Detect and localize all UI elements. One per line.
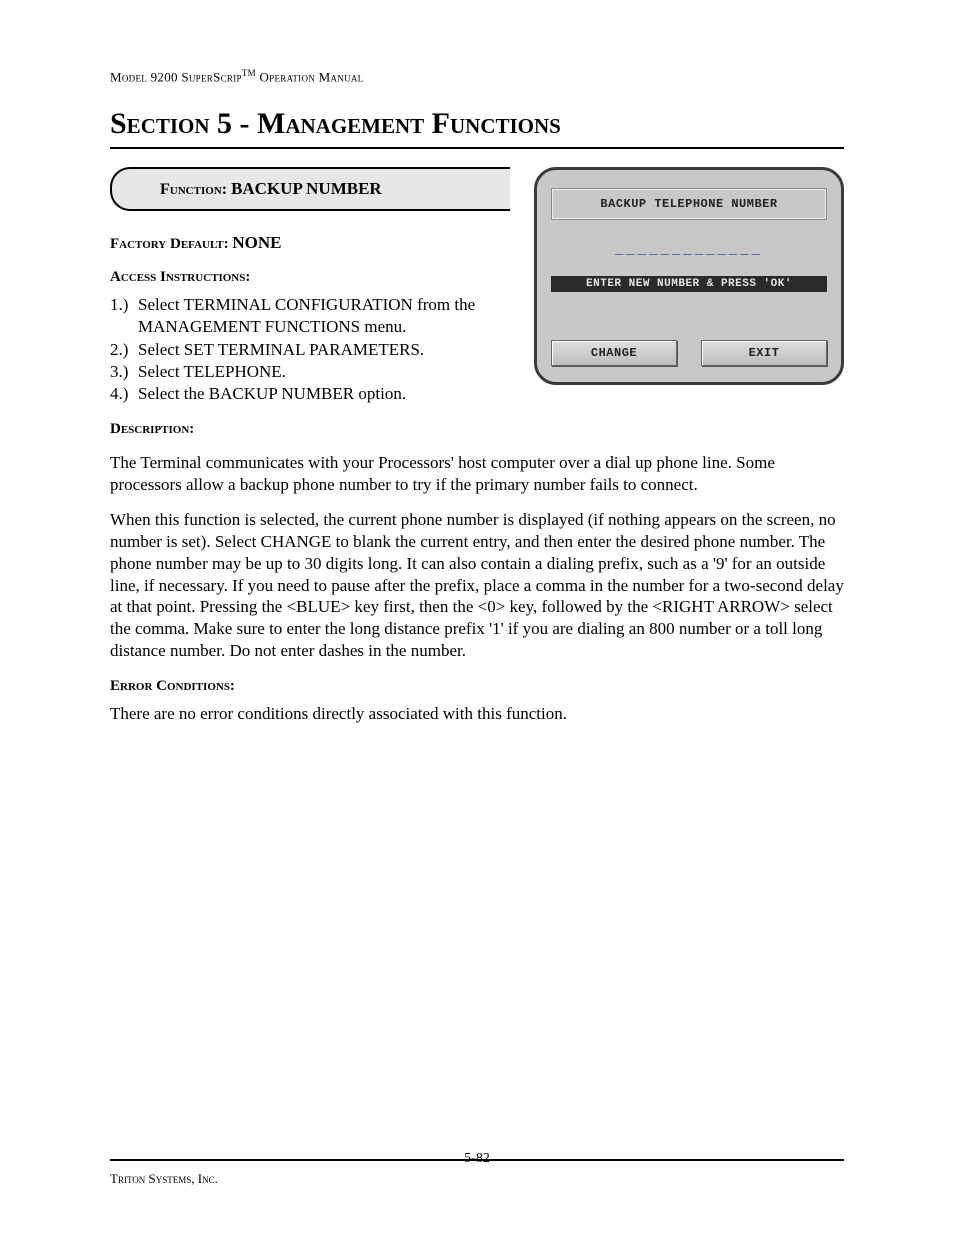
screen-button-row: CHANGE EXIT: [551, 340, 827, 366]
function-banner: Function: BACKUP NUMBER: [110, 167, 510, 211]
step-text: Select SET TERMINAL PARAMETERS.: [138, 339, 526, 361]
change-button[interactable]: CHANGE: [551, 340, 677, 366]
error-conditions-block: Error Conditions: There are no error con…: [110, 678, 844, 725]
screen-input-field[interactable]: _____________: [551, 242, 827, 258]
right-column: BACKUP TELEPHONE NUMBER _____________ EN…: [534, 167, 844, 385]
left-column: Function: BACKUP NUMBER Factory Default:…: [110, 167, 534, 404]
running-header: Model 9200 SuperScripTM Operation Manual: [110, 68, 844, 85]
function-banner-box: Function: BACKUP NUMBER: [110, 167, 510, 211]
footer-company: Triton Systems, Inc.: [110, 1171, 844, 1187]
step-number: 3.): [110, 361, 138, 383]
function-label: Function:: [160, 181, 231, 198]
trademark-symbol: TM: [242, 68, 256, 78]
factory-default-value: NONE: [232, 233, 281, 252]
terminal-screen: BACKUP TELEPHONE NUMBER _____________ EN…: [534, 167, 844, 385]
access-step: 1.) Select TERMINAL CONFIGURATION from t…: [110, 294, 526, 338]
section-title: Section 5 - Management Functions: [110, 107, 844, 141]
page-footer: Triton Systems, Inc. 5-82: [110, 1151, 844, 1187]
access-steps: 1.) Select TERMINAL CONFIGURATION from t…: [110, 294, 526, 404]
screen-hint: ENTER NEW NUMBER & PRESS 'OK': [551, 276, 827, 292]
section-rule: [110, 147, 844, 149]
access-step: 4.) Select the BACKUP NUMBER option.: [110, 383, 526, 405]
step-text: Select TERMINAL CONFIGURATION from the M…: [138, 294, 526, 338]
exit-button[interactable]: EXIT: [701, 340, 827, 366]
screen-title: BACKUP TELEPHONE NUMBER: [551, 188, 827, 220]
step-number: 4.): [110, 383, 138, 405]
content-top: Function: BACKUP NUMBER Factory Default:…: [110, 167, 844, 404]
step-number: 2.): [110, 339, 138, 361]
function-name: BACKUP NUMBER: [231, 179, 382, 198]
factory-default-row: Factory Default: NONE: [110, 233, 526, 253]
description-label: Description:: [110, 421, 844, 438]
access-instructions-label: Access Instructions:: [110, 269, 526, 286]
header-model-pre: Model 9200 SuperScrip: [110, 69, 242, 84]
step-text: Select the BACKUP NUMBER option.: [138, 383, 526, 405]
header-model-post: Operation Manual: [256, 69, 364, 84]
factory-default-label: Factory Default:: [110, 236, 232, 252]
error-conditions-text: There are no error conditions directly a…: [110, 703, 844, 725]
page: Model 9200 SuperScripTM Operation Manual…: [0, 0, 954, 1235]
description-para-1: The Terminal communicates with your Proc…: [110, 452, 844, 496]
access-step: 3.) Select TELEPHONE.: [110, 361, 526, 383]
description-para-2: When this function is selected, the curr…: [110, 509, 844, 661]
description-block: Description: The Terminal communicates w…: [110, 421, 844, 662]
error-conditions-label: Error Conditions:: [110, 678, 844, 695]
access-step: 2.) Select SET TERMINAL PARAMETERS.: [110, 339, 526, 361]
page-number: 5-82: [110, 1151, 844, 1167]
step-text: Select TELEPHONE.: [138, 361, 526, 383]
step-number: 1.): [110, 294, 138, 338]
